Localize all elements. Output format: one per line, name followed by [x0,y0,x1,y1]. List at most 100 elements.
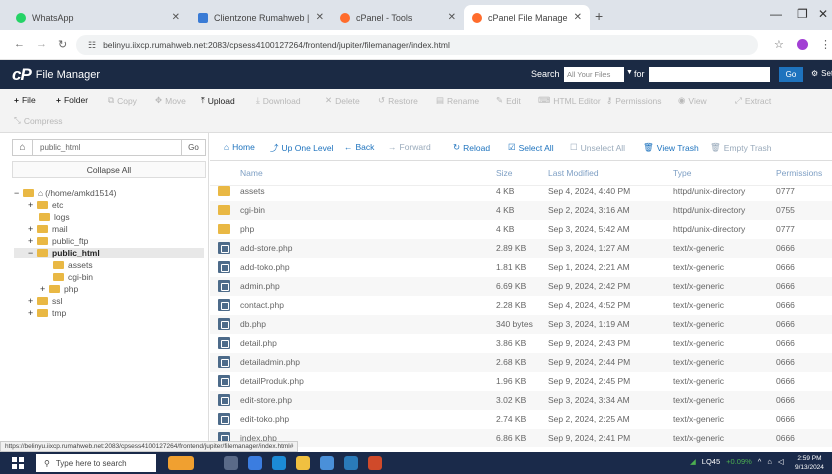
forward-button[interactable]: → Forward [388,142,431,152]
minimize-icon[interactable]: — [770,7,782,21]
weather-widget-icon[interactable] [168,456,194,470]
collapse-all-button[interactable]: Collapse All [12,161,206,178]
tree-item-public-html[interactable]: − public_html [14,248,204,258]
table-row[interactable]: detail.php 3.86 KB Sep 9, 2024, 2:43 PM tex… [210,334,832,353]
expand-toggle[interactable]: + [28,224,35,234]
tab-clientzone[interactable]: Clientzone Rumahweb | v1.10.0 ✕ [190,5,332,30]
column-name[interactable]: Name [240,168,263,178]
view-button[interactable]: ◉ View [678,95,707,106]
close-tab-icon[interactable]: ✕ [172,12,180,23]
table-row[interactable]: detailProduk.php 1.96 KB Sep 9, 2024, 2:45… [210,372,832,391]
chevron-down-icon[interactable]: ▼ [626,69,633,76]
delete-button[interactable]: ✕ Delete [325,95,360,106]
copy-button[interactable]: ⧉ Copy [108,95,137,106]
tree-item-ssl[interactable]: + ssl [28,296,62,306]
forward-arrow-icon[interactable]: → [36,38,47,50]
file-explorer-icon[interactable] [296,456,310,470]
path-input[interactable] [33,140,181,155]
tree-item-home[interactable]: − ⌂ (/home/amkd1514) [14,188,116,198]
reload-button[interactable]: ↻ Reload [453,142,490,153]
back-arrow-icon[interactable]: ← [14,38,25,50]
close-tab-icon[interactable]: ✕ [448,12,456,23]
settings-button[interactable]: ⚙ Settings [811,69,832,78]
tab-file-manager[interactable]: cPanel File Manager v3 ✕ [464,5,590,30]
expand-toggle[interactable]: + [28,236,35,246]
expand-toggle[interactable]: + [28,308,35,318]
table-row[interactable]: contact.php 2.28 KB Sep 4, 2024, 4:52 PM te… [210,296,832,315]
app-icon[interactable] [368,456,382,470]
permissions-button[interactable]: ⚷ Permissions [606,95,662,106]
unselect-all-button[interactable]: ☐ Unselect All [570,142,625,153]
new-tab-icon[interactable]: + [595,8,603,24]
search-input[interactable] [649,67,770,82]
store-icon[interactable] [320,456,334,470]
tree-item-tmp[interactable]: + tmp [28,308,66,318]
home-icon[interactable]: ⌂ [13,140,33,155]
lq45-label[interactable]: LQ45 [702,457,720,466]
bookmark-star-icon[interactable]: ☆ [774,38,784,51]
tree-item-mail[interactable]: + mail [28,224,68,234]
column-last-modified[interactable]: Last Modified [548,168,599,178]
table-row[interactable]: cgi-bin 4 KB Sep 2, 2024, 3:16 AM httpd/uni… [210,201,832,220]
nav-home-button[interactable]: ⌂ Home [224,142,255,152]
table-row[interactable]: admin.php 6.69 KB Sep 9, 2024, 2:42 PM text… [210,277,832,296]
mail-icon[interactable] [344,456,358,470]
browser-menu-icon[interactable]: ⋮ [820,38,831,51]
table-row[interactable]: edit-toko.php 2.74 KB Sep 2, 2024, 2:25 AM… [210,410,832,429]
url-field[interactable]: ☷ belinyu.iixcp.rumahweb.net:2083/cpsess… [76,35,758,55]
speaker-icon[interactable]: ◁ [778,457,784,466]
table-row[interactable]: add-store.php 2.89 KB Sep 3, 2024, 1:27 AM… [210,239,832,258]
network-icon[interactable]: ⌂ [767,457,772,466]
empty-trash-button[interactable]: 🗑 Empty Trash [710,142,772,153]
chevron-up-icon[interactable]: ^ [758,457,762,466]
chrome-icon[interactable] [272,456,286,470]
table-row[interactable]: db.php 340 bytes Sep 3, 2024, 1:19 AM text/… [210,315,832,334]
new-folder-button[interactable]: + Folder [56,95,88,105]
tab-whatsapp[interactable]: WhatsApp ✕ [8,5,188,30]
taskbar-clock[interactable]: 2:59 PM 9/13/2024 [795,454,824,472]
select-all-button[interactable]: ☑ Select All [508,142,554,153]
tree-item-php[interactable]: + php [40,284,78,294]
column-permissions[interactable]: Permissions [776,168,822,178]
edit-button[interactable]: ✎ Edit [496,95,521,106]
maximize-icon[interactable]: ❐ [797,7,808,21]
site-info-icon[interactable]: ☷ [88,40,96,51]
table-row[interactable]: php 4 KB Sep 3, 2024, 5:42 AM httpd/unix-di… [210,220,832,239]
windows-start-icon[interactable] [12,457,24,469]
task-view-icon[interactable] [224,456,238,470]
profile-avatar[interactable] [797,39,808,50]
compress-button[interactable]: ⤡ Compress [14,115,63,126]
rename-button[interactable]: ▤ Rename [436,95,479,106]
table-row[interactable]: add-toko.php 1.81 KB Sep 1, 2024, 2:21 AM t… [210,258,832,277]
tab-cpanel-tools[interactable]: cPanel - Tools ✕ [332,5,464,30]
expand-toggle[interactable]: + [28,296,35,306]
search-go-button[interactable]: Go [779,67,803,82]
cpanel-logo[interactable]: cP File Manager [12,65,100,85]
expand-toggle[interactable]: + [28,200,35,210]
move-button[interactable]: ✥ Move [155,95,186,106]
table-row[interactable]: edit-store.php 3.02 KB Sep 3, 2024, 3:34 A… [210,391,832,410]
path-go-button[interactable]: Go [181,140,205,155]
extract-button[interactable]: ⤢ Extract [735,95,771,106]
collapse-toggle[interactable]: − [14,188,21,198]
collapse-toggle[interactable]: − [28,248,35,258]
html-editor-button[interactable]: ⌨ HTML Editor [538,95,601,106]
back-button[interactable]: ← Back [344,142,374,152]
expand-toggle[interactable]: + [40,284,47,294]
tree-item-assets[interactable]: assets [44,260,93,270]
close-tab-icon[interactable]: ✕ [316,12,324,23]
view-trash-button[interactable]: 🗑 View Trash [643,142,699,153]
close-tab-icon[interactable]: ✕ [574,12,582,23]
tree-item-cgi-bin[interactable]: cgi-bin [44,272,93,282]
column-size[interactable]: Size [496,168,513,178]
upload-button[interactable]: ⤒ Upload [201,95,235,106]
search-scope-select[interactable]: All Your Files [564,67,624,82]
column-type[interactable]: Type [673,168,691,178]
close-window-icon[interactable]: ✕ [818,7,828,21]
new-file-button[interactable]: + File [14,95,36,105]
restore-button[interactable]: ↺ Restore [378,95,418,106]
edge-icon[interactable] [248,456,262,470]
tree-item-etc[interactable]: + etc [28,200,63,210]
table-row[interactable]: detailadmin.php 2.68 KB Sep 9, 2024, 2:44 … [210,353,832,372]
table-row[interactable]: assets 4 KB Sep 4, 2024, 4:40 PM httpd/unix… [210,182,832,201]
